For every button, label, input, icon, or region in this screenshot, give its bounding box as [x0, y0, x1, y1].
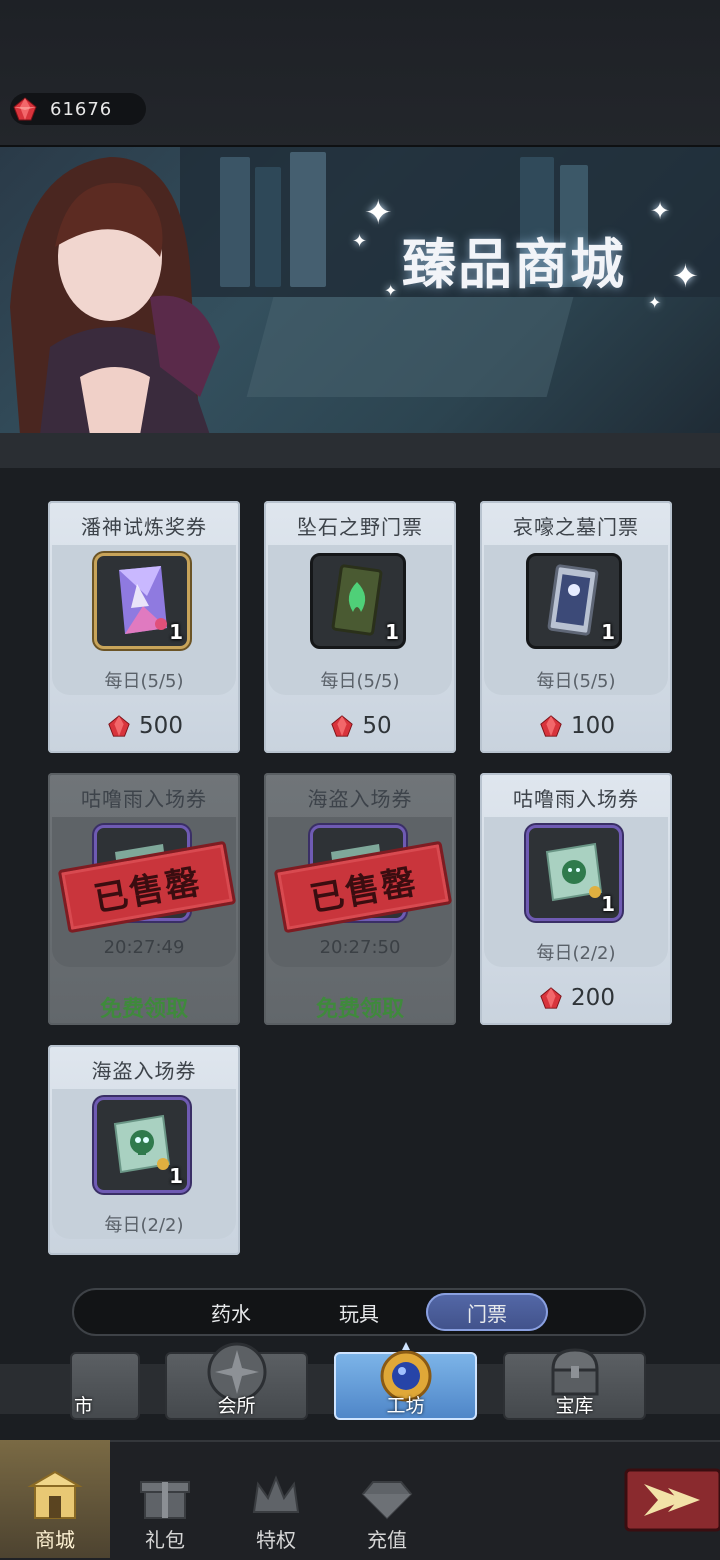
item-name: 潘神试炼奖券	[81, 515, 207, 539]
subnav-label: 市	[74, 1395, 94, 1417]
shop-title: 臻品商城	[402, 233, 626, 296]
nav-label: 充值	[367, 1528, 407, 1552]
price-tag[interactable]: 200	[480, 985, 672, 1011]
ruby-gem-icon	[540, 715, 562, 737]
item-name: 坠石之野门票	[297, 515, 423, 539]
divider-strip	[0, 433, 720, 468]
shop-item-card-sold-out[interactable]: 咕噜雨入场券 已售罄 20:27:49 免费领取	[48, 773, 240, 1025]
tab-potion[interactable]: 药水	[170, 1293, 292, 1331]
item-slot: 1	[310, 553, 406, 649]
shop-building-icon	[27, 1470, 83, 1519]
category-tabs: 药水 玩具 门票	[72, 1288, 646, 1336]
nav-shop[interactable]: 商城	[0, 1440, 110, 1558]
shop-item-card[interactable]: 哀嚎之墓门票 1 每日(5/5) 100	[480, 501, 672, 753]
tab-tickets[interactable]: 门票	[426, 1293, 548, 1331]
character-portrait	[10, 157, 220, 435]
ruby-gem-icon	[108, 715, 130, 737]
subnav-market[interactable]: 市	[70, 1352, 140, 1420]
ruby-gem-icon	[540, 987, 562, 1009]
free-claim-label[interactable]: 免费领取	[264, 991, 456, 1023]
sparkle-icon: ✦	[648, 293, 662, 312]
item-quantity: 1	[601, 620, 615, 644]
nav-label: 特权	[256, 1528, 296, 1552]
nav-gift-pack[interactable]: 礼包	[110, 1440, 220, 1558]
shop-item-card[interactable]: 潘神试炼奖券 1 每日(5/5) 500	[48, 501, 240, 753]
price-tag[interactable]: 500	[48, 713, 240, 739]
item-name: 哀嚎之墓门票	[513, 515, 639, 539]
crown-icon	[252, 1475, 300, 1513]
shop-item-card[interactable]: 咕噜雨入场券 1 每日(2/2) 200	[480, 773, 672, 1025]
subnav-label: 工坊	[386, 1395, 425, 1417]
purchase-limit: 每日(2/2)	[536, 943, 616, 964]
price-tag[interactable]: 50	[264, 713, 456, 739]
item-quantity: 1	[169, 620, 183, 644]
ruby-gem-icon	[13, 97, 37, 121]
currency-amount: 61676	[50, 98, 113, 120]
subnav-treasury[interactable]: 宝库	[503, 1348, 646, 1420]
item-name: 海盗入场券	[91, 1059, 197, 1083]
nav-privilege[interactable]: 特权	[221, 1440, 331, 1558]
item-slot: 1	[94, 1097, 190, 1193]
currency-display[interactable]: 61676	[10, 93, 146, 125]
price-amount: 100	[571, 713, 615, 739]
subnav-club[interactable]: 会所	[165, 1342, 308, 1420]
shop-item-card[interactable]: 坠石之野门票 1 每日(5/5) 50	[264, 501, 456, 753]
refresh-timer: 20:27:50	[319, 937, 401, 958]
arrow-forward-icon[interactable]	[624, 1466, 720, 1534]
free-claim-label[interactable]: 免费领取	[48, 991, 240, 1023]
diamond-icon	[361, 1481, 413, 1520]
price-amount: 50	[362, 713, 392, 739]
price-amount: 200	[571, 985, 615, 1011]
sparkle-icon: ✦	[384, 281, 398, 300]
nav-label: 商城	[35, 1528, 75, 1552]
item-quantity: 1	[601, 892, 615, 916]
ruby-gem-icon	[331, 715, 354, 737]
nav-label: 礼包	[145, 1528, 185, 1552]
subnav-label: 宝库	[555, 1395, 594, 1417]
refresh-timer: 20:27:49	[103, 937, 185, 958]
purchase-limit: 每日(2/2)	[104, 1215, 184, 1236]
item-slot: 1	[94, 553, 190, 649]
gift-box-icon	[140, 1481, 190, 1519]
purchase-limit: 每日(5/5)	[104, 671, 184, 692]
subnav-workshop[interactable]: 工坊	[334, 1342, 477, 1420]
nav-recharge[interactable]: 充值	[332, 1440, 442, 1558]
sparkle-icon: ✦	[352, 231, 368, 252]
purchase-limit: 每日(5/5)	[320, 671, 400, 692]
item-name: 海盗入场券	[307, 787, 413, 811]
item-name: 咕噜雨入场券	[513, 787, 639, 811]
sparkle-icon: ✦	[364, 193, 393, 233]
item-slot: 1	[526, 553, 622, 649]
tab-toys[interactable]: 玩具	[298, 1293, 420, 1331]
price-amount: 500	[139, 713, 183, 739]
shop-item-card-sold-out[interactable]: 海盗入场券 已售罄 20:27:50 免费领取	[264, 773, 456, 1025]
item-quantity: 1	[169, 1164, 183, 1188]
shop-item-card[interactable]: 海盗入场券 1 每日(2/2)	[48, 1045, 240, 1255]
item-slot: 1	[526, 825, 622, 921]
purchase-limit: 每日(5/5)	[536, 671, 616, 692]
sparkle-icon: ✦	[672, 257, 699, 295]
item-quantity: 1	[385, 620, 399, 644]
price-tag[interactable]: 100	[480, 713, 672, 739]
sparkle-icon: ✦	[650, 197, 671, 225]
subnav-label: 会所	[217, 1395, 256, 1417]
item-name: 咕噜雨入场券	[81, 787, 207, 811]
